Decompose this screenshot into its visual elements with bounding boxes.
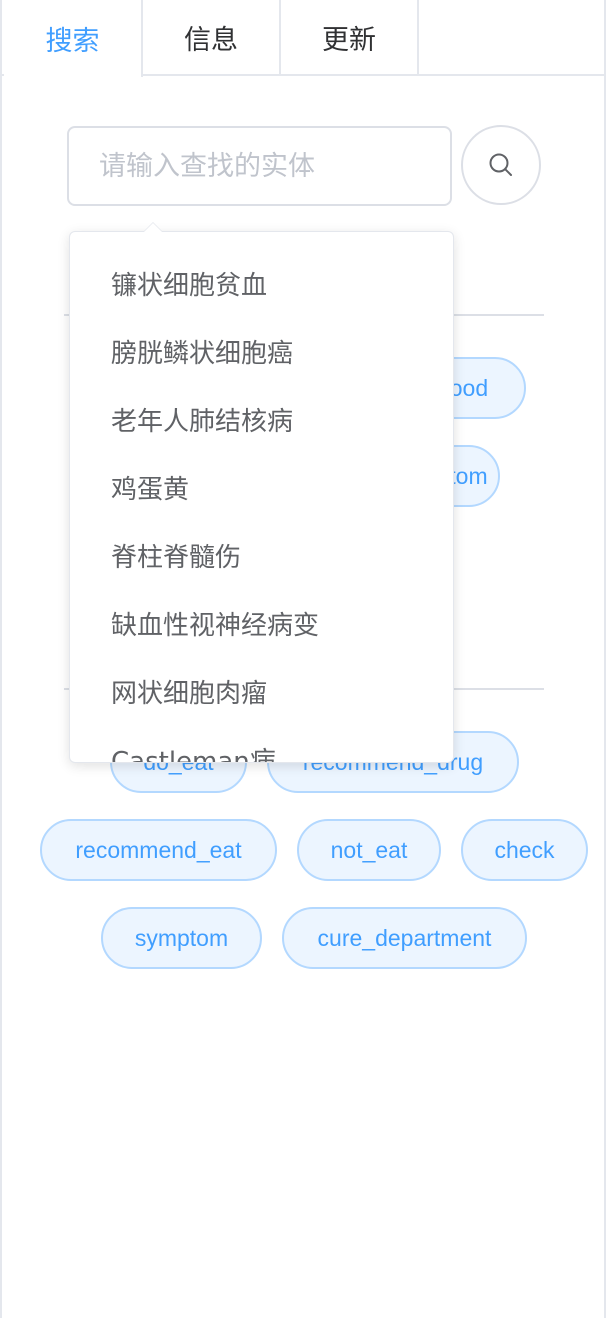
tab-search[interactable]: 搜索 xyxy=(4,0,143,77)
suggestion-item[interactable]: 鸡蛋黄 xyxy=(70,456,453,524)
tag-recommend-eat[interactable]: recommend_eat xyxy=(40,819,277,881)
tag-check[interactable]: check xyxy=(461,819,588,881)
suggestion-item[interactable]: 老年人肺结核病 xyxy=(70,388,453,456)
tag-cure-department[interactable]: cure_department xyxy=(282,907,527,969)
search-input[interactable] xyxy=(67,126,452,206)
suggestion-item[interactable]: Castleman病 xyxy=(70,728,453,762)
tag-symptom[interactable]: symptom xyxy=(101,907,262,969)
suggestion-item[interactable]: 缺血性视神经病变 xyxy=(70,592,453,660)
tab-info[interactable]: 信息 xyxy=(143,0,281,75)
suggestion-item[interactable]: 膀胱鳞状细胞癌 xyxy=(70,320,453,388)
autocomplete-dropdown: 镰状细胞贫血 膀胱鳞状细胞癌 老年人肺结核病 鸡蛋黄 脊柱脊髓伤 缺血性视神经病… xyxy=(69,231,454,763)
dropdown-arrow xyxy=(143,222,163,232)
suggestion-item[interactable]: 脊柱脊髓伤 xyxy=(70,524,453,592)
tag-not-eat[interactable]: not_eat xyxy=(297,819,441,881)
suggestion-item[interactable]: 镰状细胞贫血 xyxy=(70,252,453,320)
suggestion-item[interactable]: 网状细胞肉瘤 xyxy=(70,660,453,728)
page: 搜索 信息 更新 blood symptom do_eat recommend_… xyxy=(0,0,606,1318)
search-button[interactable] xyxy=(461,125,541,205)
suggestion-list: 镰状细胞贫血 膀胱鳞状细胞癌 老年人肺结核病 鸡蛋黄 脊柱脊髓伤 缺血性视神经病… xyxy=(70,232,453,762)
tab-bar: 搜索 信息 更新 xyxy=(2,0,604,77)
tab-update[interactable]: 更新 xyxy=(281,0,419,75)
search-icon xyxy=(489,153,512,176)
